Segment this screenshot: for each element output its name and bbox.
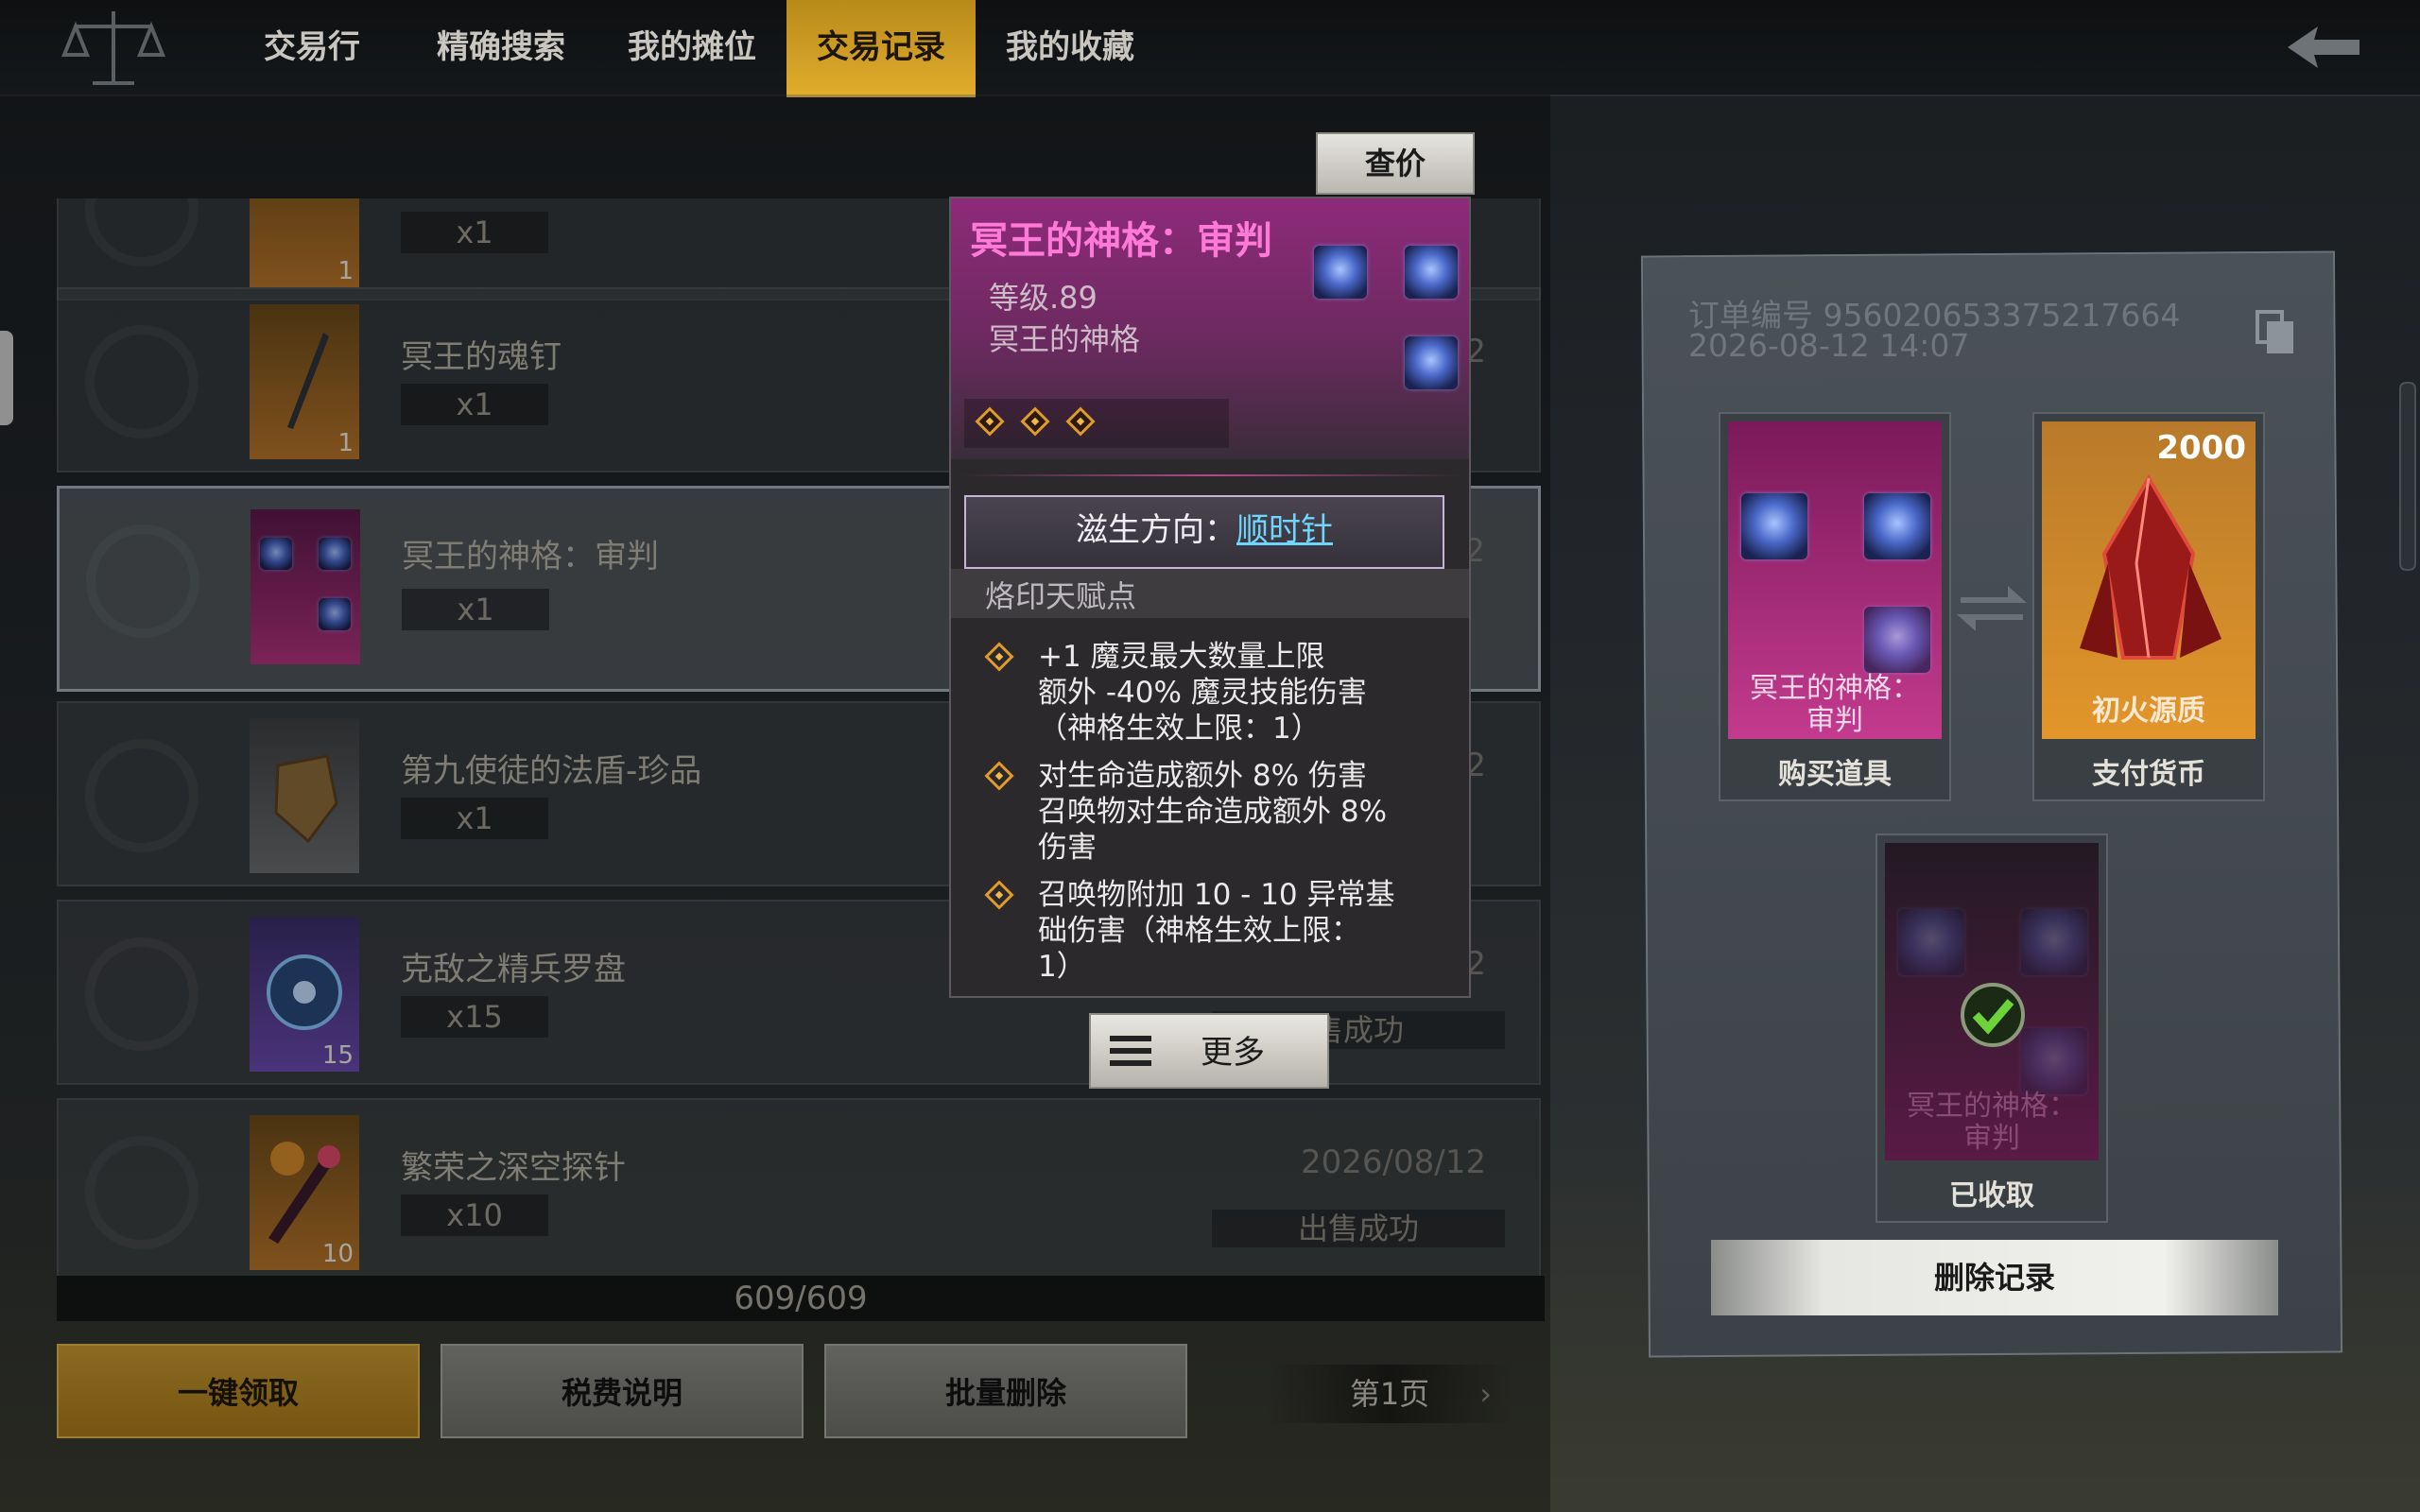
tab-precise-search[interactable]: 精确搜索 bbox=[424, 0, 579, 94]
item-label: 冥王的神格： 审判 bbox=[1907, 1090, 2077, 1155]
talent-entry: 召唤物附加 10 - 10 异常基 础伤害（神格生效上限： 1） bbox=[984, 877, 1443, 985]
section-label: 烙印天赋点 bbox=[985, 578, 1137, 614]
tab-my-stall[interactable]: 我的摊位 bbox=[614, 0, 769, 94]
payment-currency-card[interactable]: 初火源质 2000 支付货币 bbox=[2032, 412, 2265, 801]
tab-auction-house[interactable]: 交易行 bbox=[246, 0, 378, 94]
diamond-icon bbox=[975, 406, 1005, 437]
card-caption: 已收取 bbox=[1949, 1179, 2034, 1212]
skull-icon bbox=[1405, 336, 1458, 389]
diamond-icon bbox=[984, 642, 1014, 672]
talent-text: 召唤物附加 10 - 10 异常基 础伤害（神格生效上限： 1） bbox=[1038, 878, 1395, 984]
growth-direction[interactable]: 滋生方向：顺时针 bbox=[964, 495, 1444, 569]
received-item-card[interactable]: 冥王的神格： 审判 已收取 bbox=[1876, 833, 2108, 1223]
more-label: 更多 bbox=[1201, 1034, 1265, 1072]
order-id: 订单编号 956020653375217664 2026-08-12 14:07 bbox=[1688, 300, 2180, 364]
delete-record-button[interactable]: 删除记录 bbox=[1711, 1240, 2278, 1315]
checkmark-icon bbox=[1961, 983, 2025, 1047]
item-level: 等级.89 bbox=[989, 280, 1098, 316]
diamond-icon bbox=[1020, 406, 1050, 437]
talent-entry: +1 魔灵最大数量上限 额外 -40% 魔灵技能伤害 （神格生效上限：1） bbox=[984, 639, 1443, 747]
tab-trade-records[interactable]: 交易记录 bbox=[786, 0, 976, 97]
direction-value-link[interactable]: 顺时针 bbox=[1236, 511, 1333, 549]
scales-icon bbox=[47, 0, 180, 94]
card-caption: 支付货币 bbox=[2092, 758, 2205, 791]
item-art: 初火源质 2000 bbox=[2042, 421, 2256, 739]
talent-entry: 对生命造成额外 8% 伤害 召唤物对生命造成额外 8% 伤害 bbox=[984, 758, 1443, 866]
diamond-icon bbox=[984, 880, 1014, 910]
skull-icon bbox=[2021, 909, 2087, 975]
tab-my-favorites[interactable]: 我的收藏 bbox=[993, 0, 1148, 94]
item-tooltip: 冥王的神格：审判 等级.89 冥王的神格 滋生方向：顺时针 烙印天赋点 +1 魔… bbox=[949, 197, 1471, 998]
exchange-arrows-icon bbox=[1957, 586, 2027, 631]
card-caption: 购买道具 bbox=[1778, 758, 1892, 791]
divider bbox=[960, 474, 1461, 476]
scrollbar[interactable] bbox=[2399, 382, 2416, 571]
buy-item-card[interactable]: 冥王的神格： 审判 购买道具 bbox=[1719, 412, 1951, 801]
currency-label: 初火源质 bbox=[2092, 695, 2205, 728]
talent-text: +1 魔灵最大数量上限 额外 -40% 魔灵技能伤害 （神格生效上限：1） bbox=[1038, 640, 1367, 746]
order-time: 2026-08-12 14:07 bbox=[1688, 327, 1970, 364]
skull-icon bbox=[1898, 909, 1964, 975]
tooltip-title: 冥王的神格：审判 bbox=[970, 219, 1272, 263]
diamond-icon bbox=[1065, 406, 1096, 437]
talent-text: 对生命造成额外 8% 伤害 召唤物对生命造成额外 8% 伤害 bbox=[1038, 759, 1388, 865]
back-arrow-icon[interactable] bbox=[2280, 21, 2365, 74]
skull-icon bbox=[1314, 246, 1367, 299]
skull-icon bbox=[1741, 493, 1807, 559]
more-button[interactable]: 更多 bbox=[1089, 1013, 1329, 1089]
item-art: 冥王的神格： 审判 bbox=[1728, 421, 1942, 739]
skull-icon bbox=[1864, 493, 1930, 559]
currency-amount: 2000 bbox=[2156, 429, 2246, 467]
skull-icon bbox=[1864, 607, 1930, 673]
skull-icon bbox=[2021, 1028, 2087, 1094]
rarity-diamonds bbox=[964, 399, 1229, 448]
copy-icon[interactable] bbox=[2254, 308, 2297, 357]
price-check-button[interactable]: 查价 bbox=[1316, 132, 1475, 195]
skull-icon bbox=[1405, 246, 1458, 299]
item-label: 冥王的神格： 审判 bbox=[1750, 672, 1920, 737]
diamond-icon bbox=[984, 761, 1014, 791]
item-type: 冥王的神格 bbox=[989, 321, 1141, 357]
direction-label: 滋生方向： bbox=[1076, 511, 1236, 549]
menu-icon bbox=[1110, 1036, 1151, 1070]
item-art: 冥王的神格： 审判 bbox=[1885, 843, 2099, 1160]
